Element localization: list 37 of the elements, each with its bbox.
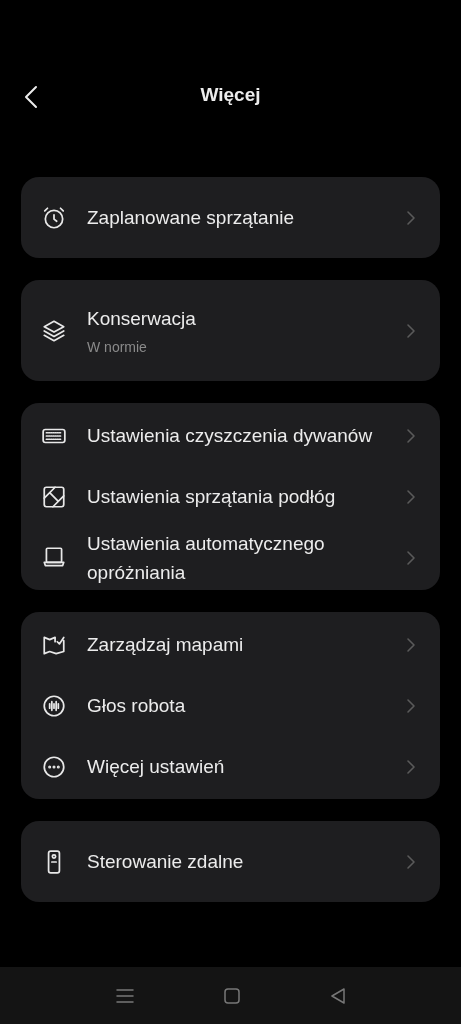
settings-row[interactable]: Konserwacja W normie	[21, 282, 440, 379]
chevron-right-icon	[406, 427, 416, 444]
chevron-right-icon	[406, 488, 416, 505]
chevron-right-icon	[406, 697, 416, 714]
alarm-clock-icon	[41, 204, 67, 231]
row-label: Głos robota	[87, 694, 187, 718]
floor-tile-icon	[41, 483, 67, 510]
chevron-right-icon	[406, 549, 416, 566]
settings-row[interactable]: Głos robota	[21, 675, 440, 736]
page-title: Więcej	[200, 82, 261, 107]
settings-row[interactable]: Ustawienia automatycznego opróżniania	[21, 527, 440, 588]
settings-row[interactable]: Zaplanowane sprzątanie	[21, 179, 440, 256]
row-label: Ustawienia automatycznego opróżniania	[87, 531, 326, 585]
home-icon[interactable]	[223, 987, 240, 1004]
chevron-right-icon	[406, 636, 416, 653]
row-label: Ustawienia czyszczenia dywanów	[87, 424, 374, 448]
menu-icon[interactable]	[115, 987, 134, 1004]
row-label: Zaplanowane sprzątanie	[87, 206, 296, 230]
row-label: Zarządzaj mapami	[87, 633, 245, 657]
settings-row[interactable]: Zarządzaj mapami	[21, 614, 440, 675]
chevron-right-icon	[406, 853, 416, 870]
chevron-right-icon	[406, 209, 416, 226]
settings-row[interactable]: Sterowanie zdalne	[21, 823, 440, 900]
settings-row[interactable]: Więcej ustawień	[21, 736, 440, 797]
row-subtitle: W normie	[87, 337, 148, 357]
settings-row[interactable]: Ustawienia sprzątania podłóg	[21, 466, 440, 527]
row-label: Ustawienia sprzątania podłóg	[87, 485, 337, 509]
chevron-right-icon	[406, 758, 416, 775]
row-label: Więcej ustawień	[87, 755, 226, 779]
voice-icon	[41, 692, 67, 719]
settings-row[interactable]: Ustawienia czyszczenia dywanów	[21, 405, 440, 466]
back-triangle-icon[interactable]	[329, 987, 346, 1004]
chevron-right-icon	[406, 322, 416, 339]
back-icon	[24, 85, 38, 109]
more-icon	[41, 753, 67, 780]
row-label: Konserwacja	[87, 306, 197, 331]
row-label: Sterowanie zdalne	[87, 850, 245, 874]
